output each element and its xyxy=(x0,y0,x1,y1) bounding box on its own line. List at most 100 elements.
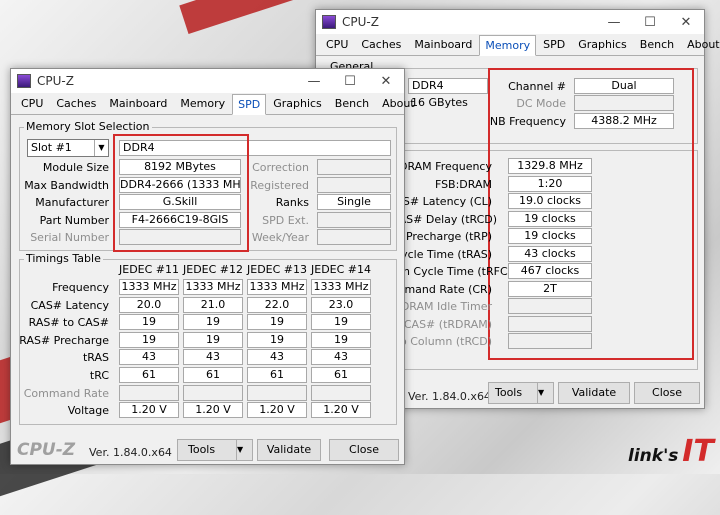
tab-spd[interactable]: SPD xyxy=(537,34,571,55)
timings-cell xyxy=(311,384,371,401)
spd-field-label: Manufacturer xyxy=(35,196,109,209)
timings-cell: 19 xyxy=(311,314,371,331)
window-title: CPU-Z xyxy=(342,15,379,29)
timings-cell xyxy=(247,384,307,401)
memory-slot-group-title: Memory Slot Selection xyxy=(24,120,152,133)
spd-field-label: Module Size xyxy=(42,161,109,174)
spd-right-value xyxy=(317,176,391,193)
cpuz-app-icon xyxy=(17,74,31,88)
timings-row-label: tRC xyxy=(89,369,109,382)
slot-select[interactable]: Slot #1 ▼ xyxy=(27,139,109,157)
close-icon[interactable]: ✕ xyxy=(368,74,404,89)
tab-caches[interactable]: Caches xyxy=(50,93,102,114)
tab-memory[interactable]: Memory xyxy=(479,35,537,56)
tab-about[interactable]: About xyxy=(681,34,720,55)
timings-cell: 61 xyxy=(247,367,307,383)
timings-cell: 43 xyxy=(311,349,371,366)
timing-value: 1:20 xyxy=(508,175,592,192)
tab-caches[interactable]: Caches xyxy=(355,34,407,55)
timings-row-label: Voltage xyxy=(67,404,109,418)
maximize-icon[interactable]: ☐ xyxy=(332,74,368,89)
tab-cpu[interactable]: CPU xyxy=(320,34,354,55)
timing-value: 467 clocks xyxy=(508,263,592,279)
tools-button[interactable]: Tools ▼ xyxy=(177,439,253,461)
tab-mainboard[interactable]: Mainboard xyxy=(408,34,478,55)
timing-value: 1329.8 MHz xyxy=(508,158,592,174)
tab-graphics[interactable]: Graphics xyxy=(267,93,328,114)
timing-value xyxy=(508,298,592,314)
spd-right-label: Correction xyxy=(252,161,309,174)
spd-right-value: Single xyxy=(317,194,391,210)
timings-cell: 1333 MHz xyxy=(247,279,307,295)
timings-cell: 1.20 V xyxy=(311,402,371,419)
timings-column-header: JEDEC #12 xyxy=(183,263,244,276)
tab-graphics[interactable]: Graphics xyxy=(572,34,633,55)
spd-field-label: Max Bandwidth xyxy=(24,178,109,192)
titlebar: CPU-Z — ☐ ✕ xyxy=(11,69,404,93)
watermark-prefix: link's xyxy=(628,446,679,466)
tab-spd[interactable]: SPD xyxy=(232,94,267,115)
timings-cell: 43 xyxy=(183,349,243,366)
tab-bench[interactable]: Bench xyxy=(634,34,680,55)
spd-field-value xyxy=(119,229,241,245)
timings-row-label: tRAS xyxy=(82,351,109,365)
timings-cell xyxy=(183,384,243,401)
tab-memory[interactable]: Memory xyxy=(174,93,231,114)
spd-field-value: G.Skill xyxy=(119,194,241,210)
chevron-down-icon[interactable]: ▼ xyxy=(236,440,252,460)
minimize-icon[interactable]: — xyxy=(296,74,332,89)
timings-cell: 23.0 xyxy=(311,296,371,313)
close-icon[interactable]: ✕ xyxy=(668,15,704,30)
timings-row-label: RAS# to CAS# xyxy=(28,316,109,330)
validate-button[interactable]: Validate xyxy=(558,382,630,404)
tab-bench[interactable]: Bench xyxy=(329,93,375,114)
spd-right-value xyxy=(317,211,391,228)
maximize-icon[interactable]: ☐ xyxy=(632,15,668,30)
cpuz-spd-window: CPU-Z — ☐ ✕ CPU Caches Mainboard Memory … xyxy=(10,68,415,465)
spd-right-value xyxy=(317,229,391,245)
cpuz-brand-logo: CPU-Z xyxy=(17,440,76,460)
tab-bar: CPU Caches Mainboard Memory SPD Graphics… xyxy=(11,93,415,115)
timing-value xyxy=(508,333,592,349)
memory-type-value: DDR4 xyxy=(408,78,488,94)
spd-field-value: F4-2666C19-8GIS xyxy=(119,211,241,228)
chevron-down-icon[interactable]: ▼ xyxy=(94,140,108,156)
timings-cell: 1333 MHz xyxy=(311,279,371,295)
spd-field-label: Part Number xyxy=(39,213,109,227)
timing-value: 19 clocks xyxy=(508,210,592,227)
version-text: Ver. 1.84.0.x64 xyxy=(408,390,491,403)
timings-cell: 43 xyxy=(119,349,179,366)
tab-cpu[interactable]: CPU xyxy=(15,93,49,114)
tab-bar: CPU Caches Mainboard Memory SPD Graphics… xyxy=(316,34,720,56)
timings-cell: 1.20 V xyxy=(183,402,243,419)
timings-row-label: CAS# Latency xyxy=(30,298,109,312)
titlebar: CPU-Z — ☐ ✕ xyxy=(316,10,704,34)
timings-cell: 19 xyxy=(247,331,307,348)
validate-button[interactable]: Validate xyxy=(257,439,321,461)
close-button[interactable]: Close xyxy=(634,382,700,404)
timings-cell: 19 xyxy=(183,331,243,348)
timings-cell: 61 xyxy=(119,367,179,383)
minimize-icon[interactable]: — xyxy=(596,15,632,30)
timings-cell: 1.20 V xyxy=(247,402,307,419)
tab-mainboard[interactable]: Mainboard xyxy=(103,93,173,114)
spd-field-value: DDR4-2666 (1333 MHz) xyxy=(119,176,241,193)
tab-about[interactable]: About xyxy=(376,93,421,114)
chevron-down-icon[interactable]: ▼ xyxy=(537,383,553,403)
spd-right-label: Week/Year xyxy=(251,231,309,244)
cpuz-app-icon xyxy=(322,15,336,29)
spd-right-label: Ranks xyxy=(275,196,309,209)
timings-cell: 19 xyxy=(119,331,179,348)
timing-value xyxy=(508,315,592,332)
timings-cell: 1333 MHz xyxy=(119,279,179,295)
timings-cell: 22.0 xyxy=(247,296,307,313)
close-button[interactable]: Close xyxy=(329,439,399,461)
timings-row-label: Command Rate xyxy=(23,386,109,400)
timings-column-header: JEDEC #11 xyxy=(119,263,180,276)
spd-field-label: Serial Number xyxy=(30,231,109,244)
tools-button[interactable]: Tools ▼ xyxy=(488,382,554,404)
timings-table-title: Timings Table xyxy=(24,252,103,265)
links-it-watermark-logo: link's IT xyxy=(628,434,714,469)
timings-row-label: RAS# Precharge xyxy=(19,333,109,347)
timings-cell xyxy=(119,384,179,401)
